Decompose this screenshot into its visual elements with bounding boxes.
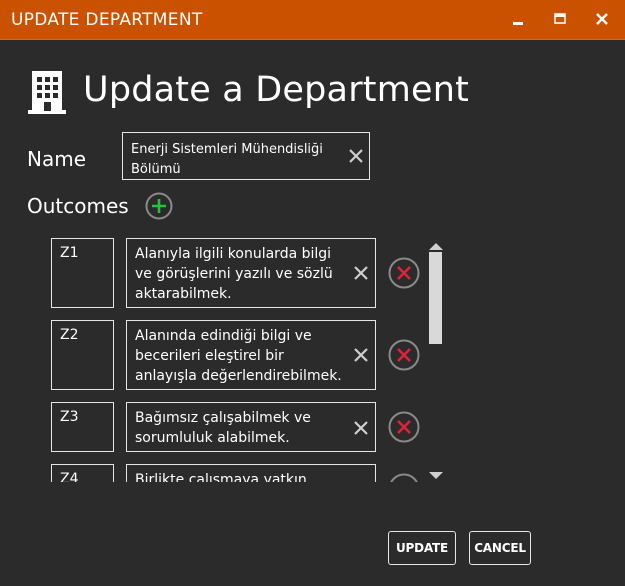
- outcome-text[interactable]: Alanıyla ilgili konularda bilgi ve görüş…: [135, 244, 345, 304]
- clear-outcome-icon[interactable]: [353, 420, 369, 436]
- outcome-code[interactable]: Z2: [60, 327, 79, 343]
- name-field-value[interactable]: Enerji Sistemleri Mühendisliği Bölümü: [131, 140, 336, 180]
- outcome-code-field[interactable]: Z2: [51, 320, 114, 390]
- outcome-code[interactable]: Z3: [60, 409, 79, 425]
- outcome-text-field[interactable]: Alanıyla ilgili konularda bilgi ve görüş…: [126, 238, 376, 308]
- window-title: UPDATE DEPARTMENT: [11, 10, 203, 30]
- outcome-code[interactable]: Z4: [60, 471, 79, 482]
- outcome-code-field[interactable]: Z4: [51, 464, 114, 482]
- clear-name-icon[interactable]: [348, 148, 364, 164]
- outcome-code[interactable]: Z1: [60, 245, 79, 261]
- outcome-text[interactable]: Bağımsız çalışabilmek ve sorumluluk alab…: [135, 408, 345, 448]
- outcome-text-field[interactable]: Bağımsız çalışabilmek ve sorumluluk alab…: [126, 402, 376, 452]
- outcome-text[interactable]: Alanında edindiği bilgi ve becerileri el…: [135, 326, 345, 386]
- remove-outcome-button[interactable]: [388, 339, 420, 371]
- outcome-text-field[interactable]: Birlikte çalışmaya yatkın: [126, 464, 376, 482]
- outcome-code-field[interactable]: Z1: [51, 238, 114, 308]
- close-icon[interactable]: [591, 8, 613, 30]
- title-bar: UPDATE DEPARTMENT: [0, 0, 625, 40]
- add-outcome-button[interactable]: [145, 192, 173, 220]
- remove-outcome-button[interactable]: [388, 257, 420, 289]
- outcomes-label: Outcomes: [27, 194, 129, 218]
- outcome-text[interactable]: Birlikte çalışmaya yatkın: [135, 470, 345, 482]
- name-field[interactable]: Enerji Sistemleri Mühendisliği Bölümü: [122, 132, 370, 180]
- scroll-thumb[interactable]: [429, 252, 442, 344]
- clear-outcome-icon[interactable]: [353, 265, 369, 281]
- update-button[interactable]: UPDATE: [388, 531, 456, 565]
- name-label: Name: [27, 147, 87, 171]
- minimize-icon[interactable]: [507, 8, 529, 30]
- outcome-code-field[interactable]: Z3: [51, 402, 114, 452]
- remove-outcome-button[interactable]: [388, 473, 420, 482]
- cancel-button[interactable]: CANCEL: [469, 531, 531, 565]
- outcomes-scrollbar[interactable]: [426, 236, 443, 480]
- scroll-down-arrow-icon[interactable]: [428, 466, 444, 485]
- outcome-text-field[interactable]: Alanında edindiği bilgi ve becerileri el…: [126, 320, 376, 390]
- remove-outcome-button[interactable]: [388, 411, 420, 443]
- maximize-icon[interactable]: [549, 8, 571, 30]
- clear-outcome-icon[interactable]: [353, 347, 369, 363]
- page-title: Update a Department: [83, 70, 470, 110]
- building-icon: [28, 71, 66, 114]
- outcomes-list[interactable]: Z1 Alanıyla ilgili konularda bilgi ve gö…: [40, 230, 450, 482]
